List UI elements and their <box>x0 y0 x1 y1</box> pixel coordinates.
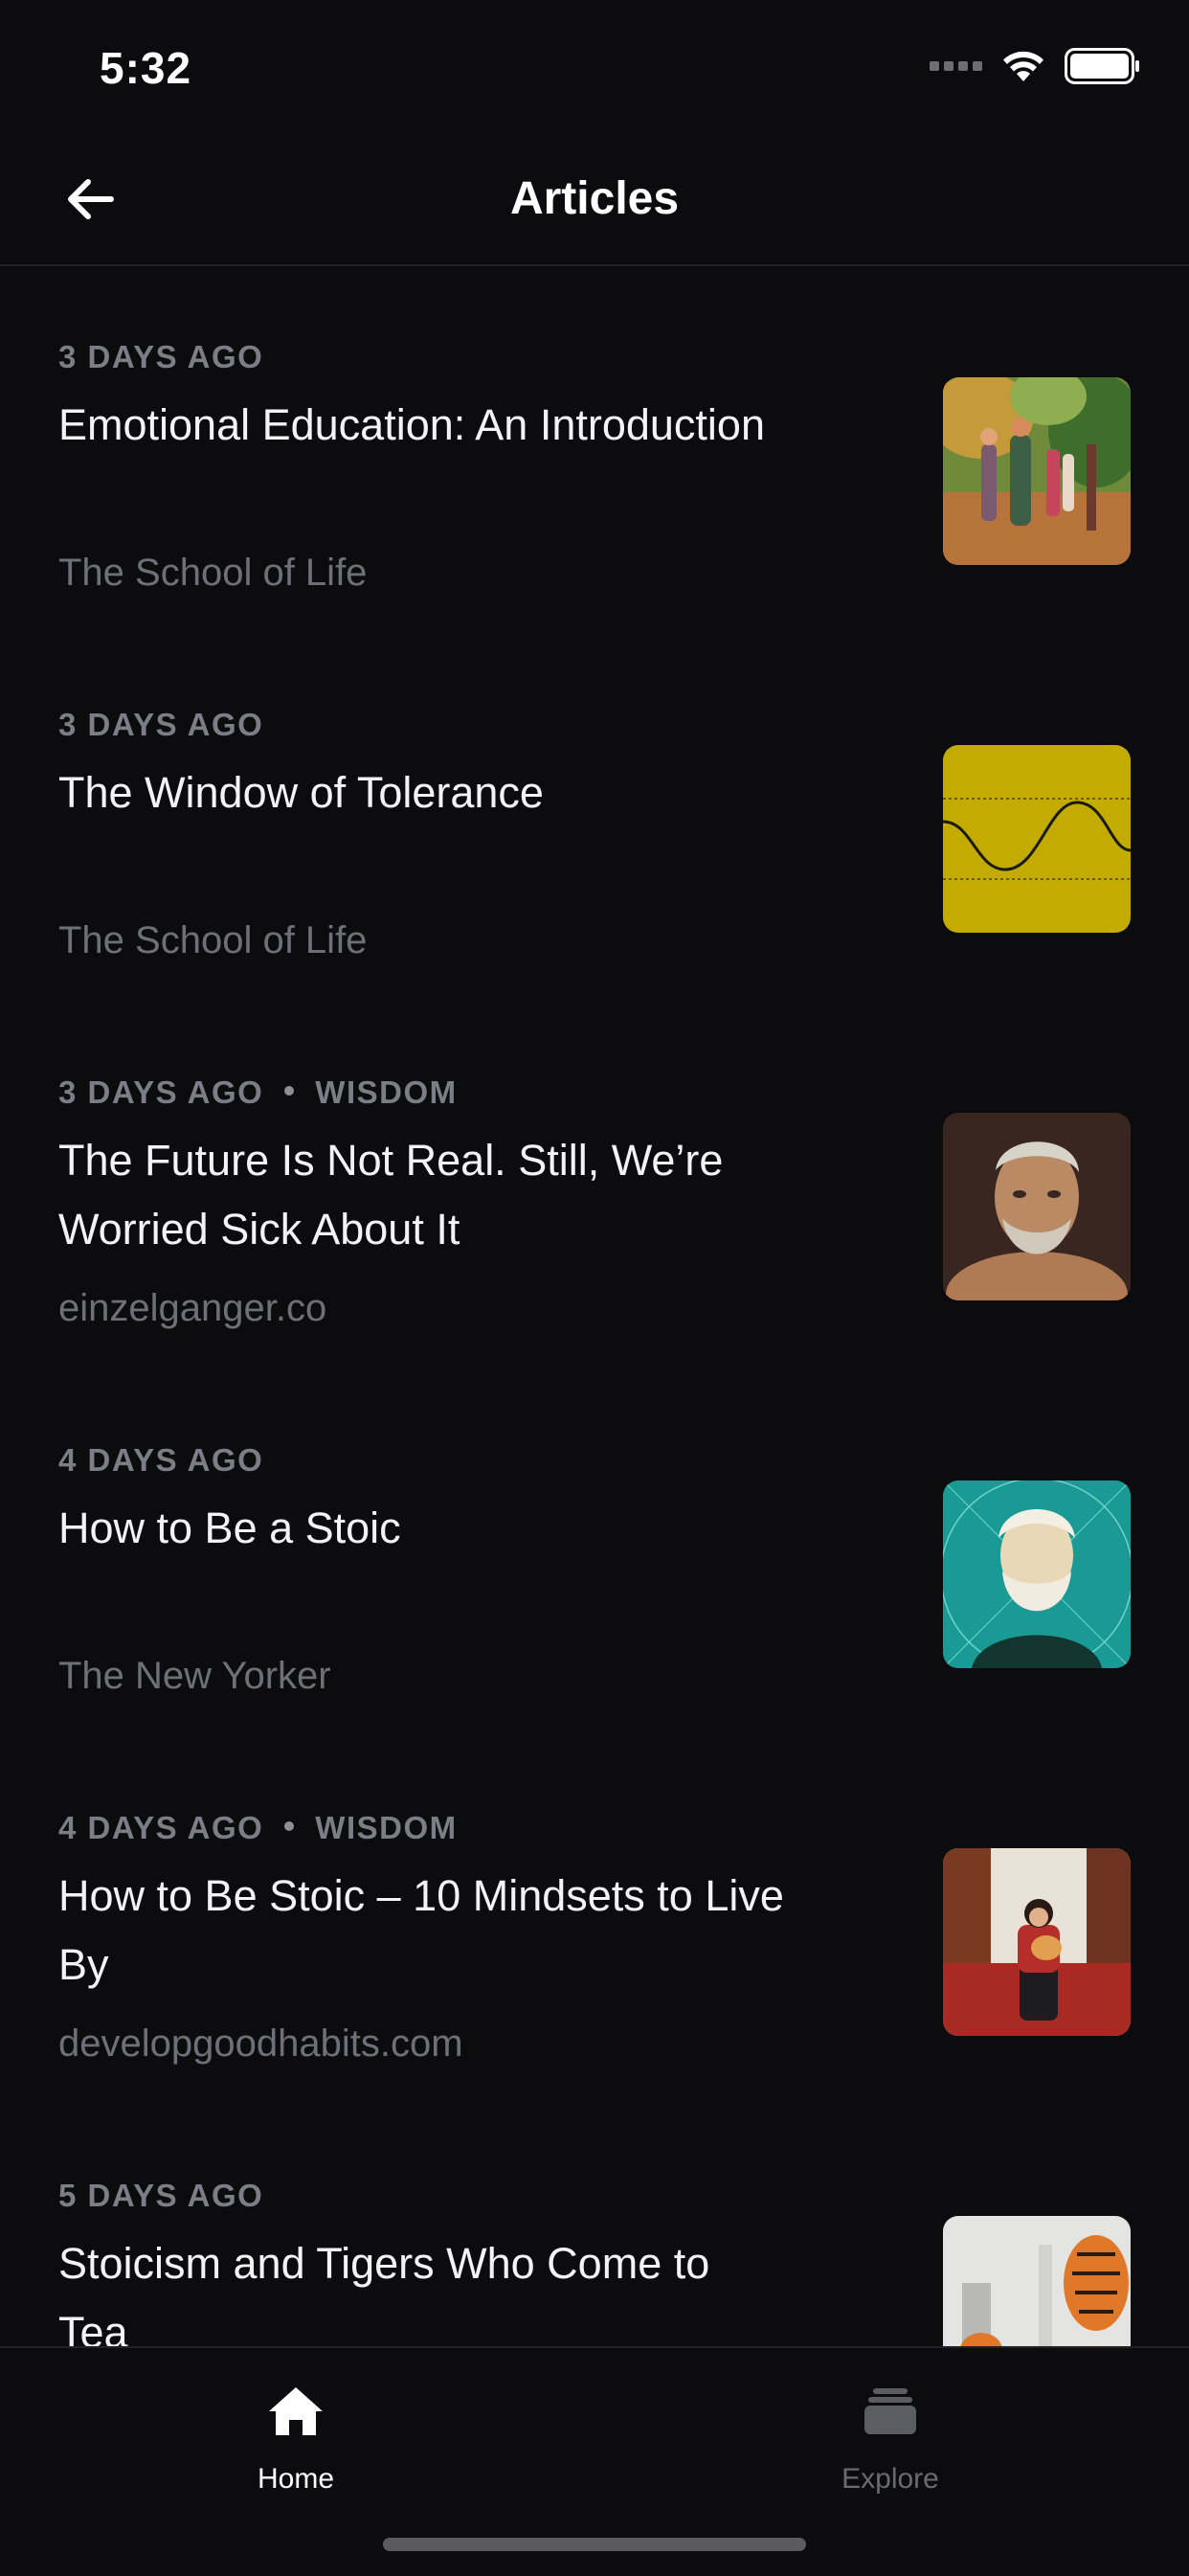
article-date: 3 DAYS AGO <box>58 707 264 742</box>
article-thumbnail <box>943 1113 1131 1300</box>
article-tag: WISDOM <box>315 1810 458 1845</box>
article-thumbnail <box>943 2216 1131 2346</box>
article-date: 3 DAYS AGO <box>58 1074 264 1110</box>
page-title: Articles <box>509 173 680 224</box>
home-indicator <box>383 2538 806 2551</box>
status-time: 5:32 <box>100 43 192 93</box>
article-date: 3 DAYS AGO <box>58 339 264 374</box>
cellular-signal-icon <box>930 61 982 71</box>
article-item[interactable]: 3 DAYS AGO WISDOM The Future Is Not Real.… <box>0 1002 1189 1369</box>
article-item[interactable]: 5 DAYS AGO Stoicism and Tigers Who Come … <box>0 2105 1189 2346</box>
article-date: 4 DAYS AGO <box>58 1810 264 1845</box>
tab-explore[interactable]: Explore <box>747 2373 1034 2496</box>
article-date: 4 DAYS AGO <box>58 1442 264 1478</box>
separator-dot <box>284 1086 295 1096</box>
article-date: 5 DAYS AGO <box>58 2178 264 2213</box>
article-title: Stoicism and Tigers Who Come to Tea <box>58 2239 710 2346</box>
article-meta: 3 DAYS AGO <box>58 707 263 743</box>
article-tag: WISDOM <box>315 1074 458 1110</box>
article-meta: 4 DAYS AGO <box>58 1442 263 1479</box>
article-meta: 3 DAYS AGO WISDOM <box>58 1074 458 1111</box>
article-item[interactable]: 3 DAYS AGO Emotional Education: An Intro… <box>0 266 1189 634</box>
article-title: How to Be a Stoic <box>58 1503 401 1552</box>
article-item[interactable]: 3 DAYS AGO The Window of Tolerance The S… <box>0 634 1189 1002</box>
nav-header: Articles <box>0 134 1189 266</box>
article-source: The School of Life <box>58 919 368 961</box>
tab-home[interactable]: Home <box>152 2373 439 2496</box>
status-icons <box>930 48 1141 84</box>
article-thumbnail <box>943 745 1131 933</box>
tab-home-label: Home <box>257 2463 335 2495</box>
article-list[interactable]: 3 DAYS AGO Emotional Education: An Intro… <box>0 266 1189 2346</box>
article-thumbnail <box>943 1480 1131 1668</box>
article-title: The Future Is Not Real. Still, We’re Wor… <box>58 1136 724 1254</box>
article-thumbnail <box>943 377 1131 565</box>
article-meta: 5 DAYS AGO <box>58 2178 263 2214</box>
article-title: How to Be Stoic – 10 Mindsets to Live By <box>58 1871 784 1989</box>
status-bar: 5:32 <box>0 0 1189 134</box>
article-source: einzelganger.co <box>58 1287 327 1329</box>
article-title: The Window of Tolerance <box>58 768 544 817</box>
article-item[interactable]: 4 DAYS AGO How to Be a Stoic The New Yor… <box>0 1369 1189 1737</box>
article-source: The School of Life <box>58 552 368 594</box>
article-item[interactable]: 4 DAYS AGO WISDOM How to Be Stoic – 10 Mi… <box>0 1737 1189 2105</box>
article-meta: 3 DAYS AGO <box>58 339 263 375</box>
article-source: The New Yorker <box>58 1655 331 1697</box>
article-meta: 4 DAYS AGO WISDOM <box>58 1810 458 1846</box>
tab-explore-label: Explore <box>841 2463 939 2495</box>
article-source: developgoodhabits.com <box>58 2022 463 2065</box>
home-icon <box>269 2387 323 2435</box>
article-title: Emotional Education: An Introduction <box>58 400 765 449</box>
battery-icon <box>1065 48 1139 84</box>
stack-icon <box>864 2388 916 2434</box>
article-thumbnail <box>943 1848 1131 2036</box>
wifi-icon <box>1003 51 1043 81</box>
separator-dot <box>284 1821 295 1832</box>
